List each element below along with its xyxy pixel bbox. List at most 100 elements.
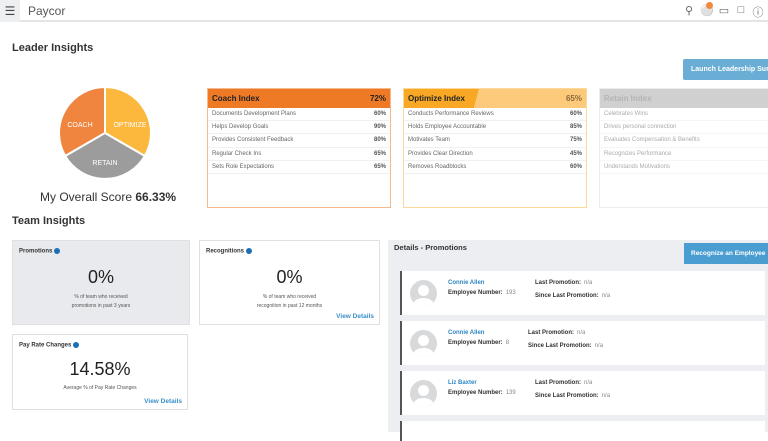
label: Since Last Promotion:	[535, 293, 599, 299]
item-value: 60%	[569, 163, 582, 170]
index-item: Provides Clear Direction 45%	[404, 148, 586, 161]
item-label: Celebrates Wins	[604, 111, 649, 118]
index-item: Conducts Performance Reviews 60%	[404, 108, 586, 122]
info-icon[interactable]	[54, 248, 61, 254]
recognitions-value: 0%	[276, 267, 303, 287]
card-title: Recognitions	[206, 248, 245, 255]
score-label: My Overall Score	[40, 190, 133, 204]
help-icon[interactable]: ⓘ	[751, 4, 765, 20]
item-label: Drives personal connection	[604, 124, 677, 131]
value: n/a	[601, 393, 611, 399]
index-item: Removes Roadblocks 60%	[404, 161, 586, 174]
pay-rate-changes-card: Pay Rate Changes 14.58% Average % of Pay…	[12, 334, 188, 410]
index-item: Holds Employee Accountable 85%	[404, 121, 586, 135]
value: 193	[505, 290, 516, 296]
card-title: Pay Rate Changes	[19, 342, 72, 349]
item-label: Sets Role Expectations	[212, 163, 275, 170]
employee-number: Employee Number: 193	[448, 290, 516, 296]
item-value: 45%	[569, 150, 582, 157]
item-value: 75%	[569, 137, 582, 144]
index-item: Motivates Team 75%	[404, 134, 586, 148]
index-item: Evaluates Compensation & Benefits	[600, 134, 768, 148]
index-title: Retain Index	[604, 94, 652, 103]
leadership-pie-chart: COACH OPTIMIZE RETAIN	[58, 85, 152, 180]
employee-name-link[interactable]: Liz Baxter	[448, 380, 477, 386]
item-label: Recognizes Performance	[604, 150, 672, 157]
view-details-link[interactable]: View Details	[336, 313, 374, 320]
value: n/a	[594, 343, 604, 349]
info-icon[interactable]	[73, 342, 80, 348]
pie-label-retain: RETAIN	[92, 160, 117, 167]
retain-index-card: Retain Index6 Celebrates Wins Drives pers…	[599, 88, 768, 208]
employee-row: Connie Allen Employee Number: 8 Last Prom…	[400, 321, 765, 365]
top-bar	[0, 0, 768, 22]
item-value: 80%	[373, 137, 386, 144]
label: Last Promotion:	[528, 330, 574, 336]
index-value: 72%	[369, 94, 386, 103]
item-value: 65%	[373, 150, 386, 157]
index-item: Provides Consistent Feedback 80%	[208, 134, 390, 148]
recognize-employee-button[interactable]: Recognize an Employee	[684, 243, 768, 264]
score-value: 66.33%	[135, 190, 177, 204]
retain-index-header: Retain Index6	[600, 89, 768, 108]
launch-leadership-survey-button[interactable]: Launch Leadership Survey	[683, 59, 768, 80]
index-title: Coach Index	[212, 94, 260, 103]
view-details-link[interactable]: View Details	[144, 398, 182, 405]
employee-row	[400, 421, 765, 441]
item-value: 85%	[569, 124, 582, 131]
since-last-promotion: Since Last Promotion: n/a	[528, 343, 603, 349]
search-icon[interactable]: ⚲	[682, 4, 696, 17]
index-item: Regular Check Ins 65%	[208, 148, 390, 161]
avatar	[410, 380, 437, 407]
item-label: Evaluates Compensation & Benefits	[604, 137, 700, 144]
chat-icon[interactable]: ▭	[717, 4, 731, 17]
recognitions-card: Recognitions 0% % of team who received re…	[199, 240, 380, 325]
item-value: 60%	[569, 111, 582, 118]
index-title: Optimize Index	[408, 94, 465, 103]
team-insights-title: Team Insights	[12, 215, 86, 227]
index-item: Recognizes Performance	[600, 148, 768, 161]
index-item: Understands Motivations	[600, 161, 768, 174]
item-value: 60%	[373, 111, 386, 118]
desc: % of team who received	[74, 294, 128, 300]
feedback-icon[interactable]: □	[734, 4, 748, 16]
overall-score: My Overall Score 66.33%	[40, 190, 176, 204]
since-last-promotion: Since Last Promotion: n/a	[535, 293, 610, 299]
label: Last Promotion:	[535, 280, 581, 286]
label: Employee Number:	[448, 390, 503, 396]
employee-name-link[interactable]: Connie Allen	[448, 280, 484, 286]
card-title: Promotions	[19, 248, 53, 255]
label: Employee Number:	[448, 340, 503, 346]
details-title: Details - Promotions	[394, 243, 467, 252]
coach-index-header: Coach Index 72%	[208, 89, 390, 108]
paycor-logo[interactable]: Paycor	[28, 4, 65, 18]
desc: Average % of Pay Rate Changes	[63, 385, 137, 391]
item-label: Helps Develop Goals	[212, 124, 269, 131]
value: n/a	[584, 380, 593, 386]
employee-row: Liz Baxter Employee Number: 139 Last Prom…	[400, 371, 765, 415]
employee-number: Employee Number: 8	[448, 340, 509, 346]
value: 8	[505, 340, 510, 346]
desc: % of team who received	[262, 294, 317, 300]
info-icon[interactable]	[246, 248, 253, 254]
item-label: Understands Motivations	[604, 163, 671, 170]
item-value: 65%	[373, 163, 386, 170]
promotions-card[interactable]: Promotions 0% % of team who received prom…	[12, 240, 190, 325]
hamburger-menu-icon[interactable]: ☰	[0, 0, 20, 22]
index-item: Documents Development Plans 60%	[208, 108, 390, 122]
since-last-promotion: Since Last Promotion: n/a	[535, 393, 610, 399]
item-label: Documents Development Plans	[212, 111, 297, 118]
employee-row: Connie Allen Employee Number: 193 Last Pr…	[400, 271, 765, 315]
desc: recognition in past 12 months	[256, 303, 323, 309]
employee-name-link[interactable]: Connie Allen	[448, 330, 484, 336]
payrate-value: 14.58%	[69, 359, 131, 379]
page-title: Leader Insights	[12, 42, 94, 54]
label: Since Last Promotion:	[535, 393, 599, 399]
value: n/a	[584, 280, 593, 286]
index-item: Drives personal connection	[600, 121, 768, 135]
item-label: Motivates Team	[408, 137, 450, 144]
index-item: Sets Role Expectations 65%	[208, 161, 390, 174]
value: n/a	[577, 330, 586, 336]
optimize-index-header: Optimize Index 65%	[404, 89, 586, 108]
last-promotion: Last Promotion: n/a	[528, 330, 585, 336]
